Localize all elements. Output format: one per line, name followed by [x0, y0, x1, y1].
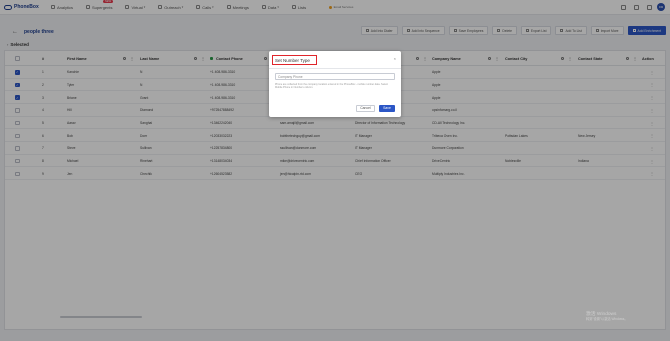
- dialog-help-text: Phone are collected from the company loc…: [275, 82, 388, 89]
- windows-activation-watermark: 激活 Windows 转到"设置"以激活 Windows。: [586, 312, 628, 322]
- dialog-divider: [269, 68, 401, 69]
- watermark-line-2: 转到"设置"以激活 Windows。: [586, 317, 628, 321]
- dialog-buttons: Cancel Save: [352, 104, 395, 112]
- dialog-title: Set Number Type: [272, 55, 317, 65]
- close-icon[interactable]: ×: [394, 56, 396, 61]
- set-number-type-dialog: Set Number Type × Company Phone Phone ar…: [269, 51, 401, 117]
- save-button[interactable]: Save: [379, 104, 395, 112]
- cancel-button[interactable]: Cancel: [356, 104, 375, 112]
- number-type-select[interactable]: Company Phone: [275, 73, 395, 80]
